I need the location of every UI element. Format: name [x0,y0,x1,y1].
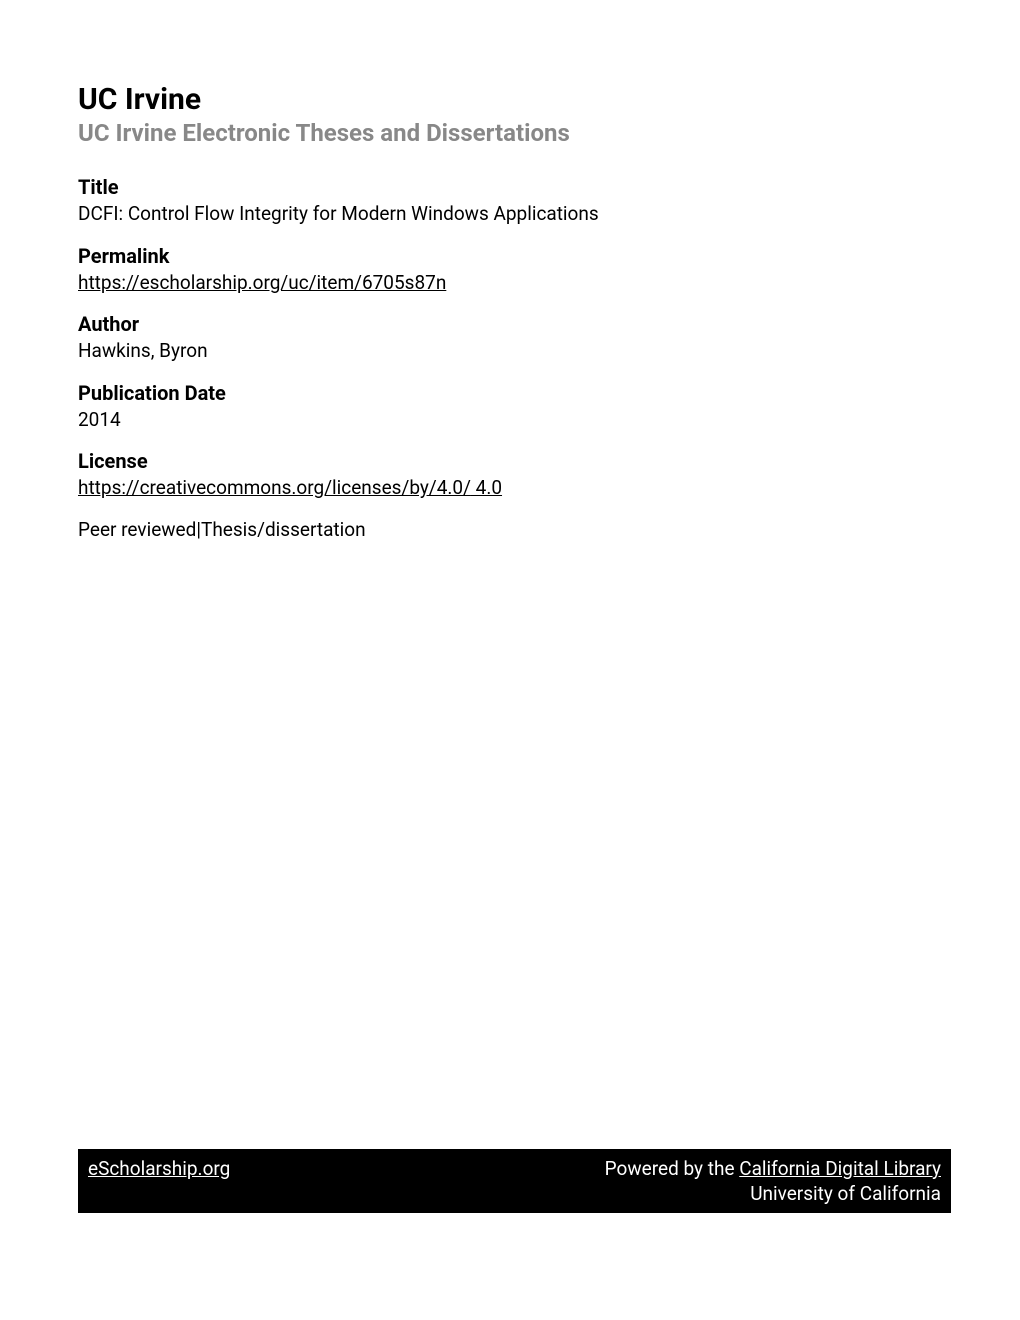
footer-right: Powered by the California Digital Librar… [605,1157,941,1205]
powered-by-text: Powered by the [605,1157,740,1180]
author-label: Author [78,312,942,336]
pubdate-label: Publication Date [78,381,942,405]
permalink-value: https://escholarship.org/uc/item/6705s87… [78,270,942,297]
title-field: Title DCFI: Control Flow Integrity for M… [78,175,942,228]
escholarship-link[interactable]: eScholarship.org [88,1157,230,1180]
license-version-text: 4.0 [471,476,502,499]
pubdate-value: 2014 [78,407,942,434]
license-field: License https://creativecommons.org/lice… [78,449,942,502]
uc-text: University of California [605,1182,941,1205]
license-label: License [78,449,942,473]
document-page: UC Irvine UC Irvine Electronic Theses an… [0,0,1020,541]
permalink-label: Permalink [78,244,942,268]
license-url-text: https://creativecommons.org/licenses/by/… [78,476,471,499]
author-field: Author Hawkins, Byron [78,312,942,365]
cdl-link[interactable]: California Digital Library [739,1157,941,1180]
peer-review-text: Peer reviewed|Thesis/dissertation [78,518,942,541]
license-link[interactable]: https://creativecommons.org/licenses/by/… [78,476,502,499]
series-heading: UC Irvine Electronic Theses and Disserta… [78,119,942,147]
permalink-field: Permalink https://escholarship.org/uc/it… [78,244,942,297]
footer-bar: eScholarship.org Powered by the Californ… [78,1149,951,1213]
author-value: Hawkins, Byron [78,338,942,365]
pubdate-field: Publication Date 2014 [78,381,942,434]
permalink-link[interactable]: https://escholarship.org/uc/item/6705s87… [78,271,446,294]
powered-by-line: Powered by the California Digital Librar… [605,1157,941,1180]
license-value: https://creativecommons.org/licenses/by/… [78,475,942,502]
institution-heading: UC Irvine [78,82,942,117]
title-value: DCFI: Control Flow Integrity for Modern … [78,201,942,228]
title-label: Title [78,175,942,199]
